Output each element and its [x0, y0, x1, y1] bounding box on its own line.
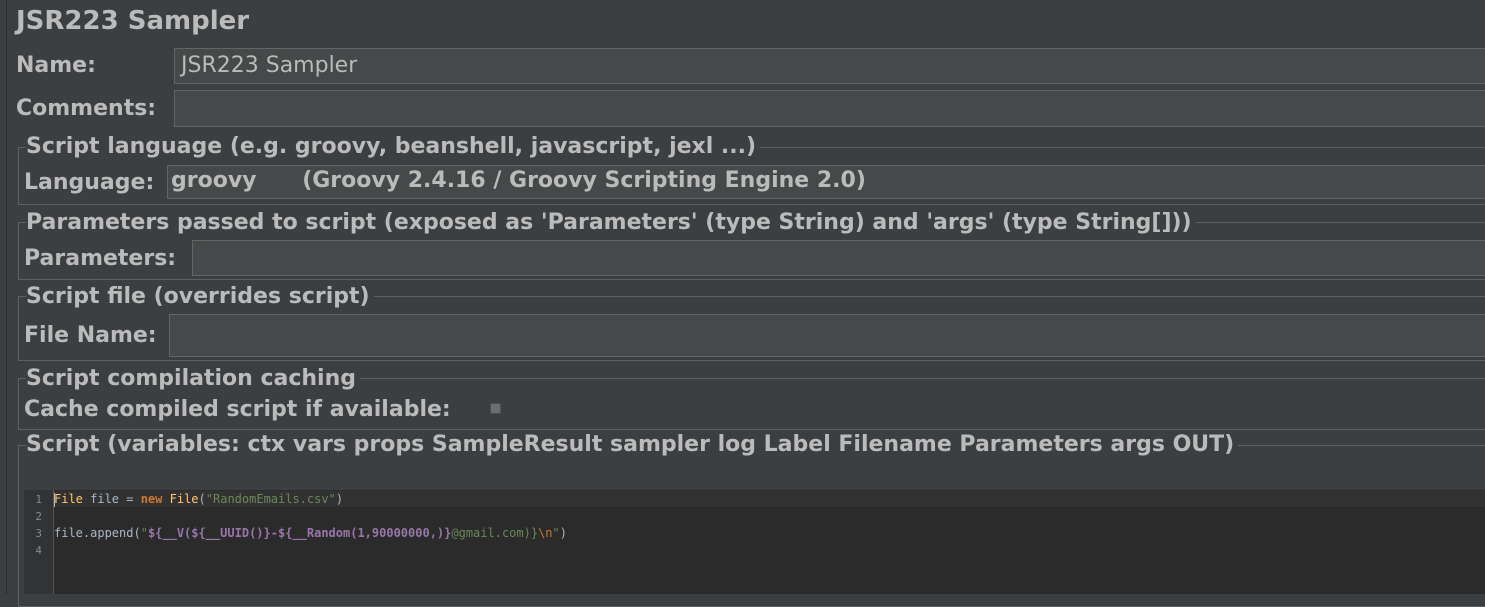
cache-checkbox[interactable]	[490, 403, 501, 414]
language-select[interactable]: groovy (Groovy 2.4.16 / Groovy Scripting…	[167, 165, 1485, 199]
name-label: Name:	[16, 53, 96, 78]
parameters-legend: Parameters passed to script (exposed as …	[26, 210, 1196, 235]
script-editor[interactable]: 1 2 3 4 File file = new File("RandomEmai…	[24, 490, 1485, 594]
line-number: 2	[35, 510, 42, 523]
parameters-input[interactable]	[192, 240, 1485, 276]
script-language-legend: Script language (e.g. groovy, beanshell,…	[26, 134, 761, 159]
panel-left-border	[6, 0, 7, 594]
script-file-legend: Script file (overrides script)	[26, 284, 374, 309]
language-engine: (Groovy 2.4.16 / Groovy Scripting Engine…	[302, 168, 866, 193]
line-number: 4	[35, 544, 42, 557]
script-legend: Script (variables: ctx vars props Sample…	[26, 432, 1239, 457]
comments-label: Comments:	[16, 96, 157, 121]
file-name-input[interactable]	[169, 314, 1485, 357]
line-number: 3	[35, 527, 42, 540]
page-title: JSR223 Sampler	[16, 6, 250, 36]
file-name-label: File Name:	[24, 323, 157, 348]
cache-label: Cache compiled script if available:	[24, 397, 451, 422]
code-line-3: file.append("${__V(${__UUID()}-${__Rando…	[54, 526, 567, 540]
caching-legend: Script compilation caching	[26, 366, 360, 391]
name-input[interactable]: JSR223 Sampler	[174, 48, 1485, 84]
parameters-label: Parameters:	[24, 246, 177, 271]
language-label: Language:	[24, 170, 155, 195]
line-number: 1	[35, 493, 42, 506]
language-value: groovy	[171, 168, 257, 193]
line-number-gutter: 1 2 3 4	[24, 490, 54, 594]
comments-input[interactable]	[174, 90, 1485, 127]
code-line-1: File file = new File("RandomEmails.csv")	[54, 492, 344, 506]
